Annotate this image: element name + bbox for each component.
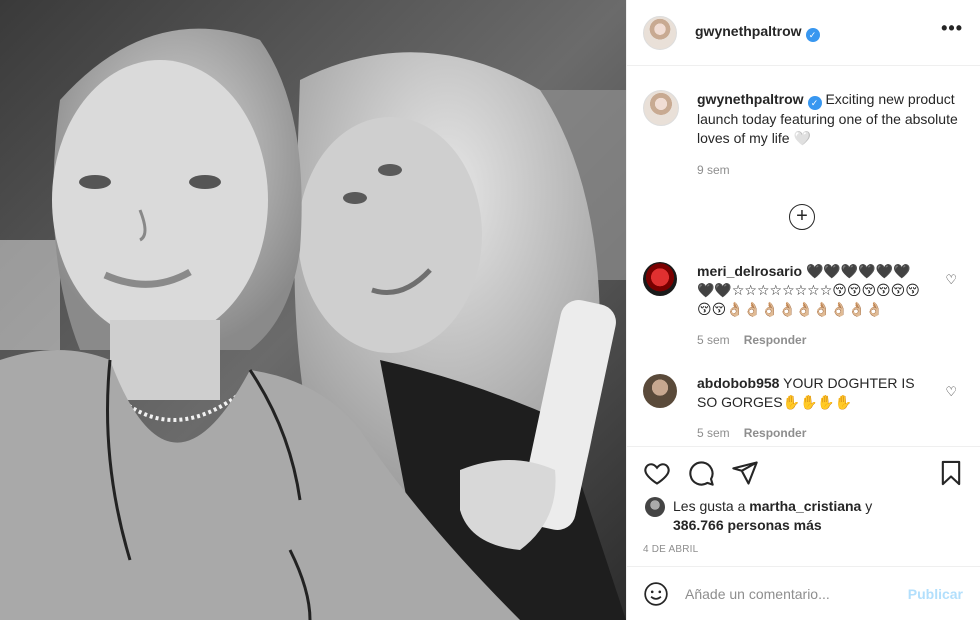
comment-item: meri_delrosario 🖤🖤🖤🖤🖤🖤🖤🖤☆☆☆☆☆☆☆☆😚😚😚😚😚😚😚😚… (643, 262, 973, 350)
comment-like-heart-icon[interactable]: ♡ (945, 384, 957, 400)
publish-button[interactable]: Publicar (908, 586, 963, 602)
reply-button[interactable]: Responder (744, 333, 807, 347)
comment-username[interactable]: abdobob958 (697, 375, 779, 391)
comment-time[interactable]: 5 sem (697, 426, 730, 440)
comment-input[interactable] (685, 585, 895, 602)
author-username[interactable]: gwynethpaltrow ✓ (695, 23, 820, 42)
verified-badge-icon: ✓ (805, 28, 820, 42)
caption-body: gwynethpaltrow ✓ Exciting new product lau… (697, 90, 973, 180)
load-more-comments-icon[interactable]: + (789, 204, 815, 230)
author-avatar[interactable] (643, 15, 677, 50)
post-date[interactable]: 4 DE ABRIL (643, 544, 698, 555)
comment-body: abdobob958 YOUR DOGHTER IS SO GORGES✋✋✋✋… (697, 374, 927, 443)
verified-badge-icon: ✓ (807, 96, 822, 110)
comment-item: abdobob958 YOUR DOGHTER IS SO GORGES✋✋✋✋… (643, 374, 973, 443)
post-actions: Les gusta a martha_cristiana y 386.766 p… (627, 446, 980, 566)
comment-meta: 5 sem Responder (697, 331, 927, 350)
likes-summary: Les gusta a martha_cristiana y 386.766 p… (645, 497, 913, 535)
comment-body: meri_delrosario 🖤🖤🖤🖤🖤🖤🖤🖤☆☆☆☆☆☆☆☆😚😚😚😚😚😚😚😚… (697, 262, 927, 350)
comment-bubble-icon[interactable] (687, 459, 715, 487)
post-image-artwork (0, 0, 626, 620)
comment-username[interactable]: meri_delrosario (697, 263, 802, 279)
comment-avatar[interactable] (643, 374, 677, 408)
comment-avatar[interactable] (643, 262, 677, 296)
post-header: gwynethpaltrow ✓ ••• (627, 0, 980, 66)
post-sidebar: gwynethpaltrow ✓ ••• gwynethpaltrow ✓ Exci… (626, 0, 980, 620)
action-icons (643, 459, 759, 487)
save-bookmark-icon[interactable] (937, 459, 965, 487)
share-paper-plane-icon[interactable] (731, 459, 759, 487)
caption-author-avatar[interactable] (643, 90, 679, 126)
caption-timestamp[interactable]: 9 sem (697, 161, 973, 180)
likes-text: Les gusta a martha_cristiana y 386.766 p… (673, 498, 873, 533)
add-comment-bar: Publicar (627, 566, 980, 620)
more-options-icon[interactable]: ••• (941, 18, 963, 39)
emoji-smiley-icon[interactable] (643, 581, 669, 607)
comment-meta: 5 sem Responder (697, 424, 927, 443)
comment-time[interactable]: 5 sem (697, 333, 730, 347)
likes-count[interactable]: 386.766 personas más (673, 517, 822, 533)
post-caption: gwynethpaltrow ✓ Exciting new product lau… (643, 90, 973, 180)
reply-button[interactable]: Responder (744, 426, 807, 440)
liker-avatar[interactable] (645, 497, 665, 517)
post-photo[interactable] (0, 0, 626, 620)
comment-like-heart-icon[interactable]: ♡ (945, 272, 957, 288)
caption-author-username[interactable]: gwynethpaltrow (697, 91, 804, 107)
liker-username[interactable]: martha_cristiana (749, 498, 861, 514)
like-heart-icon[interactable] (643, 459, 671, 487)
